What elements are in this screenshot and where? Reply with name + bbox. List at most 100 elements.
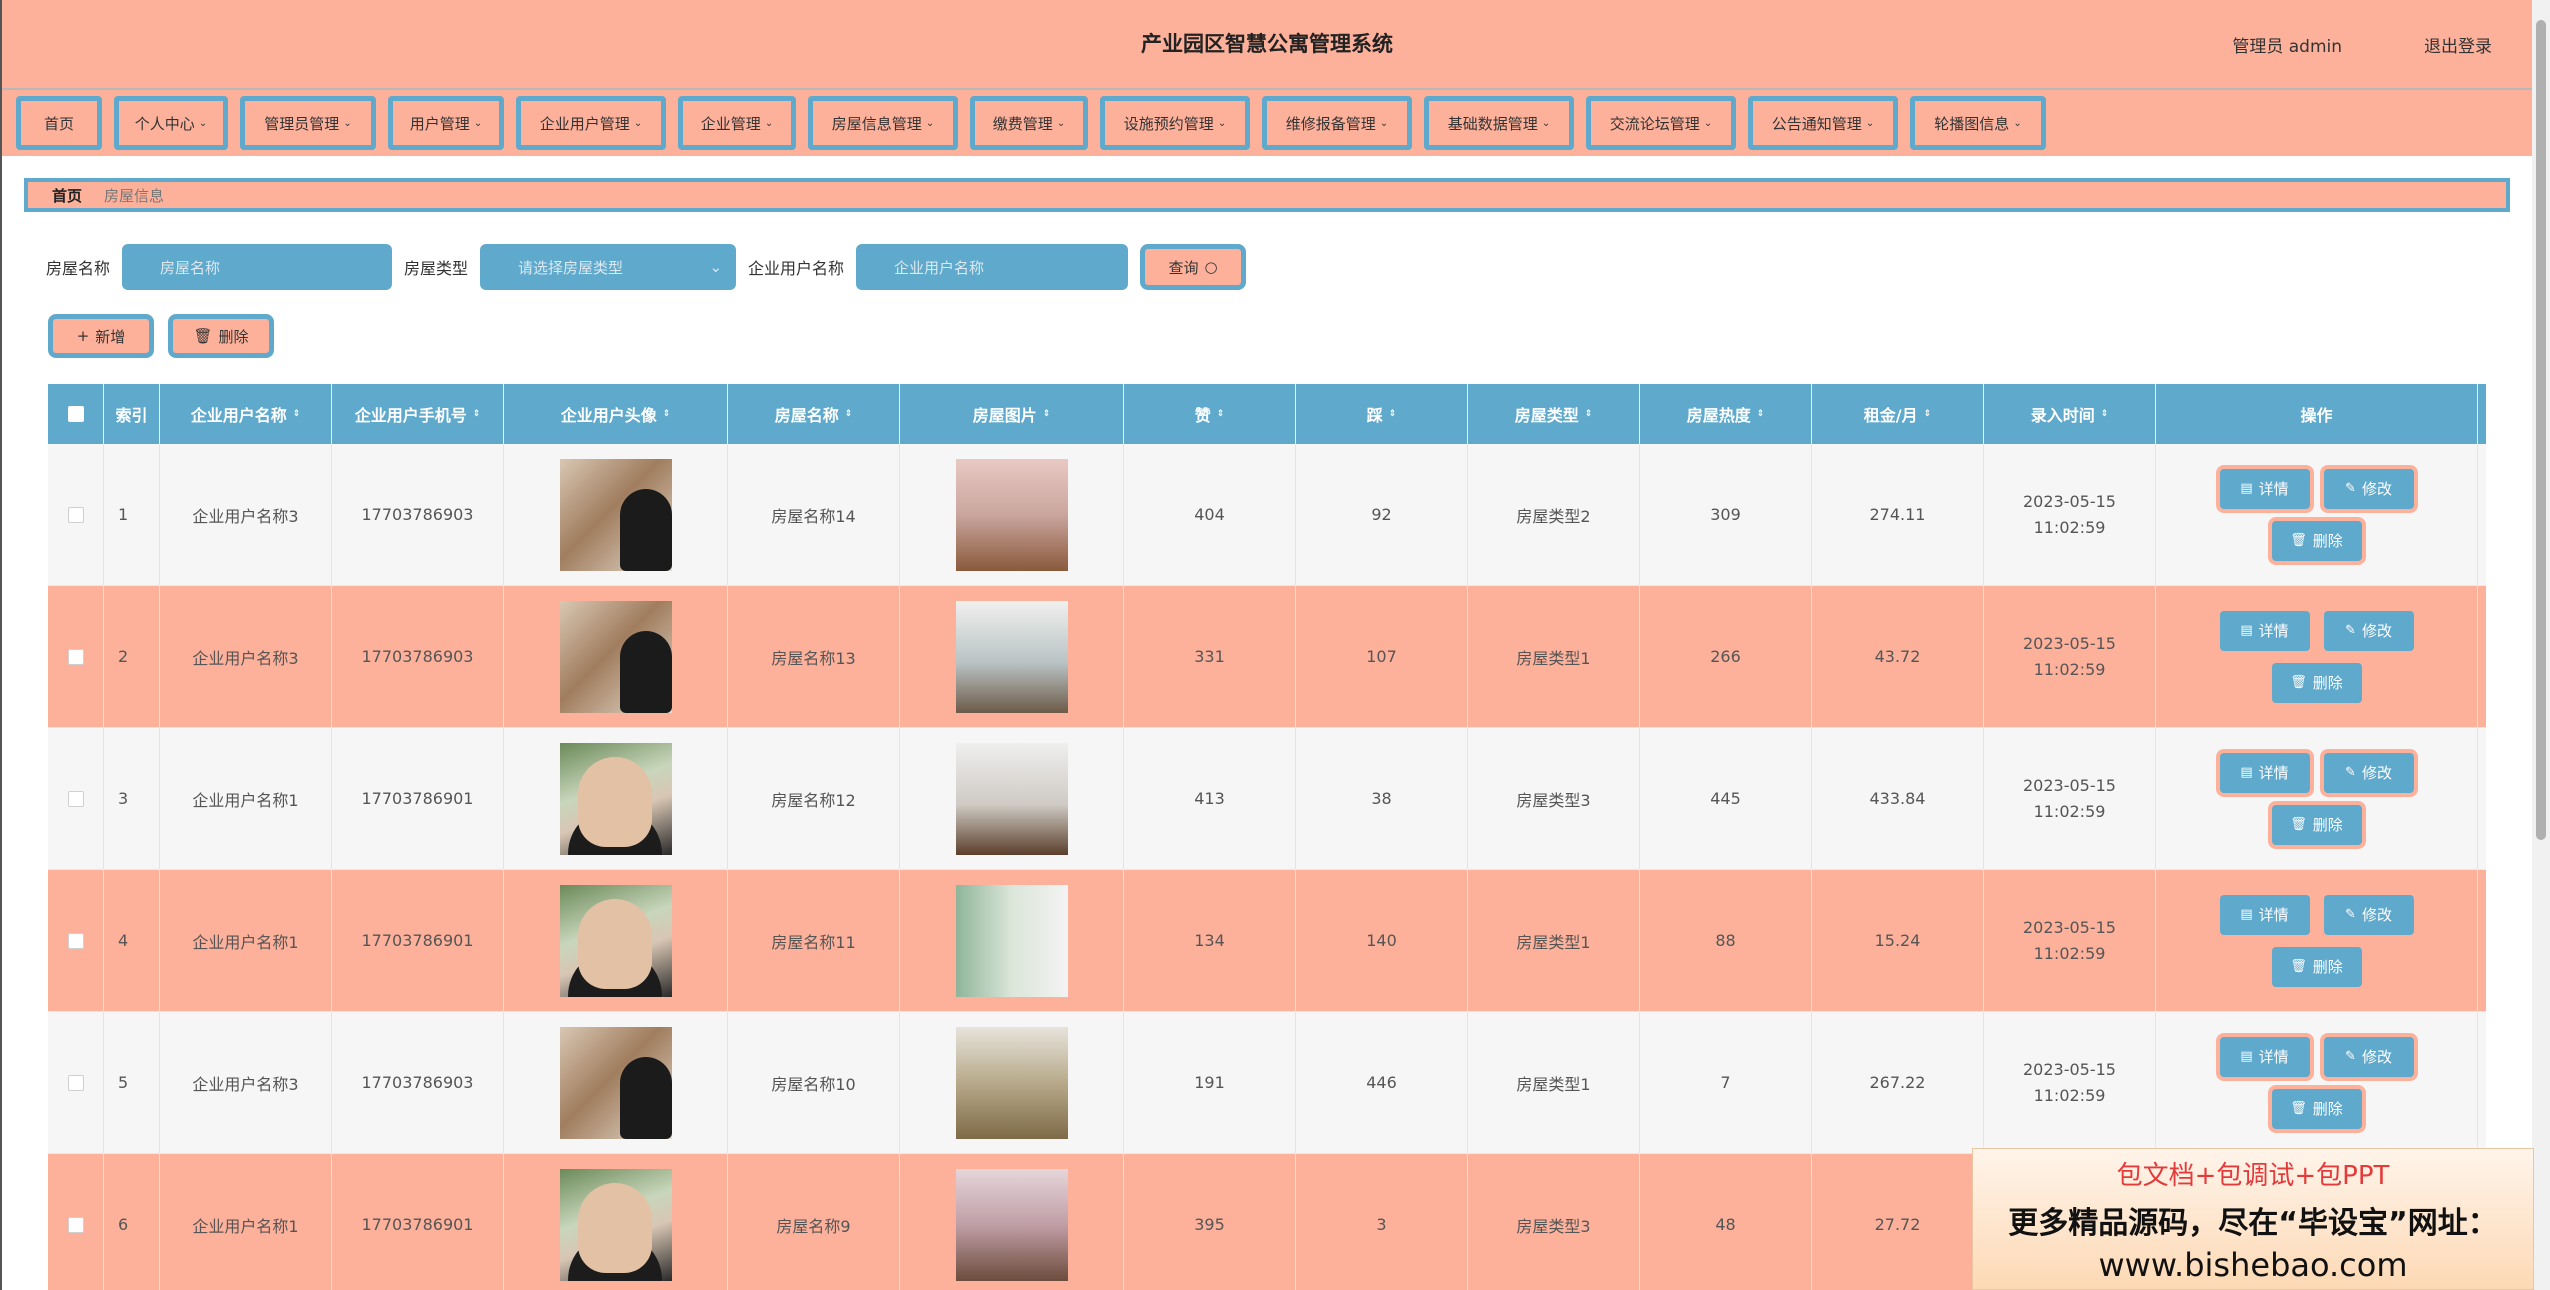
- nav-item-3[interactable]: 用户管理 ⌄: [388, 96, 504, 150]
- column-header-4[interactable]: 房屋名称 ⇕: [728, 384, 900, 444]
- table-row: 4 企业用户名称1 17703786901 房屋名称11 134 140 房屋类型1 88 15…: [48, 870, 2486, 1012]
- house-photo: [955, 458, 1068, 571]
- column-header-1[interactable]: 企业用户名称 ⇕: [160, 384, 332, 444]
- row-checkbox[interactable]: [67, 1074, 84, 1091]
- row-checkbox[interactable]: [67, 648, 84, 665]
- cell-3: 17703786903: [332, 444, 504, 585]
- nav-item-5[interactable]: 企业管理 ⌄: [678, 96, 796, 150]
- sort-icon[interactable]: ⇕: [845, 410, 853, 419]
- nav-item-9[interactable]: 维修报备管理 ⌄: [1262, 96, 1412, 150]
- sort-icon[interactable]: ⇕: [1757, 410, 1765, 419]
- batch-delete-button[interactable]: 🗑 删除: [168, 314, 274, 358]
- sort-icon[interactable]: ⇕: [293, 410, 301, 419]
- nav-item-10[interactable]: 基础数据管理 ⌄: [1424, 96, 1574, 150]
- dislike-count: 107: [1366, 647, 1397, 666]
- column-header-7[interactable]: 踩 ⇕: [1296, 384, 1468, 444]
- page-scrollbar[interactable]: [2532, 0, 2550, 1290]
- column-header-5[interactable]: 房屋图片 ⇕: [900, 384, 1124, 444]
- detail-button[interactable]: ▤详情: [2219, 752, 2310, 793]
- query-button[interactable]: 查询 ○: [1140, 244, 1247, 290]
- row-checkbox[interactable]: [67, 506, 84, 523]
- add-button[interactable]: + 新增: [48, 314, 154, 358]
- app-header: 产业园区智慧公寓管理系统 管理员 admin 退出登录: [2, 0, 2532, 90]
- detail-button[interactable]: ▤详情: [2219, 894, 2310, 935]
- house-name-input[interactable]: 房屋名称: [122, 244, 393, 290]
- nav-item-4[interactable]: 企业用户管理 ⌄: [516, 96, 666, 150]
- edit-button[interactable]: ✎修改: [2323, 610, 2414, 651]
- sort-icon[interactable]: ⇕: [1585, 410, 1593, 419]
- action-bar: + 新增 🗑 删除: [48, 314, 274, 358]
- document-icon: ▤: [2240, 1049, 2253, 1064]
- sort-icon[interactable]: ⇕: [1389, 410, 1397, 419]
- row-delete-button[interactable]: 🗑删除: [2271, 1088, 2362, 1129]
- company-user-phone: 17703786903: [361, 1073, 474, 1092]
- detail-button[interactable]: ▤详情: [2219, 610, 2310, 651]
- nav-item-8[interactable]: 设施预约管理 ⌄: [1100, 96, 1250, 150]
- company-user-input[interactable]: 企业用户名称: [856, 244, 1129, 290]
- company-user-phone: 17703786903: [361, 647, 474, 666]
- column-header-6[interactable]: 赞 ⇕: [1124, 384, 1296, 444]
- column-header-10[interactable]: 租金/月 ⇕: [1812, 384, 1984, 444]
- breadcrumb-home[interactable]: 首页: [52, 185, 82, 206]
- sort-icon[interactable]: ⇕: [1924, 410, 1932, 419]
- edit-button[interactable]: ✎修改: [2323, 752, 2414, 793]
- logout-link[interactable]: 退出登录: [2424, 32, 2492, 57]
- rent-per-month: 267.22: [1869, 1073, 1926, 1092]
- column-header-9[interactable]: 房屋热度 ⇕: [1640, 384, 1812, 444]
- row-delete-button[interactable]: 🗑删除: [2271, 946, 2362, 987]
- plus-icon: +: [76, 327, 90, 345]
- house-photo: [955, 600, 1068, 713]
- column-header-2[interactable]: 企业用户手机号 ⇕: [332, 384, 504, 444]
- column-header-3[interactable]: 企业用户头像 ⇕: [504, 384, 728, 444]
- row-index: 2: [118, 647, 129, 666]
- nav-item-6[interactable]: 房屋信息管理 ⌄: [808, 96, 958, 150]
- house-name: 房屋名称13: [771, 648, 856, 668]
- pencil-icon: ✎: [2345, 1049, 2356, 1064]
- company-user-name: 企业用户名称3: [192, 506, 299, 526]
- nav-item-2[interactable]: 管理员管理 ⌄: [240, 96, 376, 150]
- pencil-icon: ✎: [2345, 765, 2356, 780]
- nav-item-0[interactable]: 首页: [16, 96, 102, 150]
- document-icon: ▤: [2240, 623, 2253, 638]
- detail-button[interactable]: ▤详情: [2219, 1036, 2310, 1077]
- sort-icon[interactable]: ⇕: [1043, 410, 1051, 419]
- pencil-icon: ✎: [2345, 481, 2356, 496]
- row-delete-button[interactable]: 🗑删除: [2271, 520, 2362, 561]
- nav-item-11[interactable]: 交流论坛管理 ⌄: [1586, 96, 1736, 150]
- nav-item-12[interactable]: 公告通知管理 ⌄: [1748, 96, 1898, 150]
- sort-icon[interactable]: ⇕: [1217, 410, 1225, 419]
- cell-5: 房屋名称9: [728, 1154, 900, 1290]
- edit-button[interactable]: ✎修改: [2323, 468, 2414, 509]
- top-nav: 首页 个人中心 ⌄ 管理员管理 ⌄ 用户管理 ⌄ 企业用户管理 ⌄ 企业管理 ⌄ 房屋信息管理 ⌄ 缴费管…: [2, 90, 2532, 156]
- row-checkbox[interactable]: [67, 1216, 84, 1233]
- nav-item-7[interactable]: 缴费管理 ⌄: [970, 96, 1088, 150]
- watermark-line1: 包文档+包调试+包PPT: [2116, 1161, 2390, 1191]
- row-checkbox[interactable]: [67, 932, 84, 949]
- trash-icon: 🗑: [193, 327, 213, 345]
- row-delete-button[interactable]: 🗑删除: [2271, 662, 2362, 703]
- sort-icon[interactable]: ⇕: [663, 410, 671, 419]
- cell-6: [900, 1012, 1124, 1153]
- scrollbar-thumb[interactable]: [2536, 20, 2546, 840]
- house-type-select[interactable]: 请选择房屋类型 ⌄: [480, 244, 737, 290]
- row-delete-button[interactable]: 🗑删除: [2271, 804, 2362, 845]
- row-checkbox[interactable]: [67, 790, 84, 807]
- sort-icon[interactable]: ⇕: [473, 410, 481, 419]
- cell-0: [48, 444, 104, 585]
- trash-icon: 🗑: [2290, 675, 2307, 690]
- cell-1: 6: [104, 1154, 160, 1290]
- house-heat: 88: [1715, 931, 1736, 950]
- select-all-checkbox[interactable]: [67, 406, 84, 422]
- company-user-avatar: [559, 458, 672, 571]
- sort-icon[interactable]: ⇕: [2101, 410, 2109, 419]
- cell-4: [504, 1154, 728, 1290]
- column-header-8[interactable]: 房屋类型 ⇕: [1468, 384, 1640, 444]
- column-header-11[interactable]: 录入时间 ⇕: [1984, 384, 2156, 444]
- nav-item-1[interactable]: 个人中心 ⌄: [114, 96, 228, 150]
- cell-5: 房屋名称13: [728, 586, 900, 727]
- nav-item-13[interactable]: 轮播图信息 ⌄: [1910, 96, 2046, 150]
- edit-button[interactable]: ✎修改: [2323, 1036, 2414, 1077]
- detail-button[interactable]: ▤详情: [2219, 468, 2310, 509]
- edit-button[interactable]: ✎修改: [2323, 894, 2414, 935]
- select-all-cell: [48, 384, 104, 444]
